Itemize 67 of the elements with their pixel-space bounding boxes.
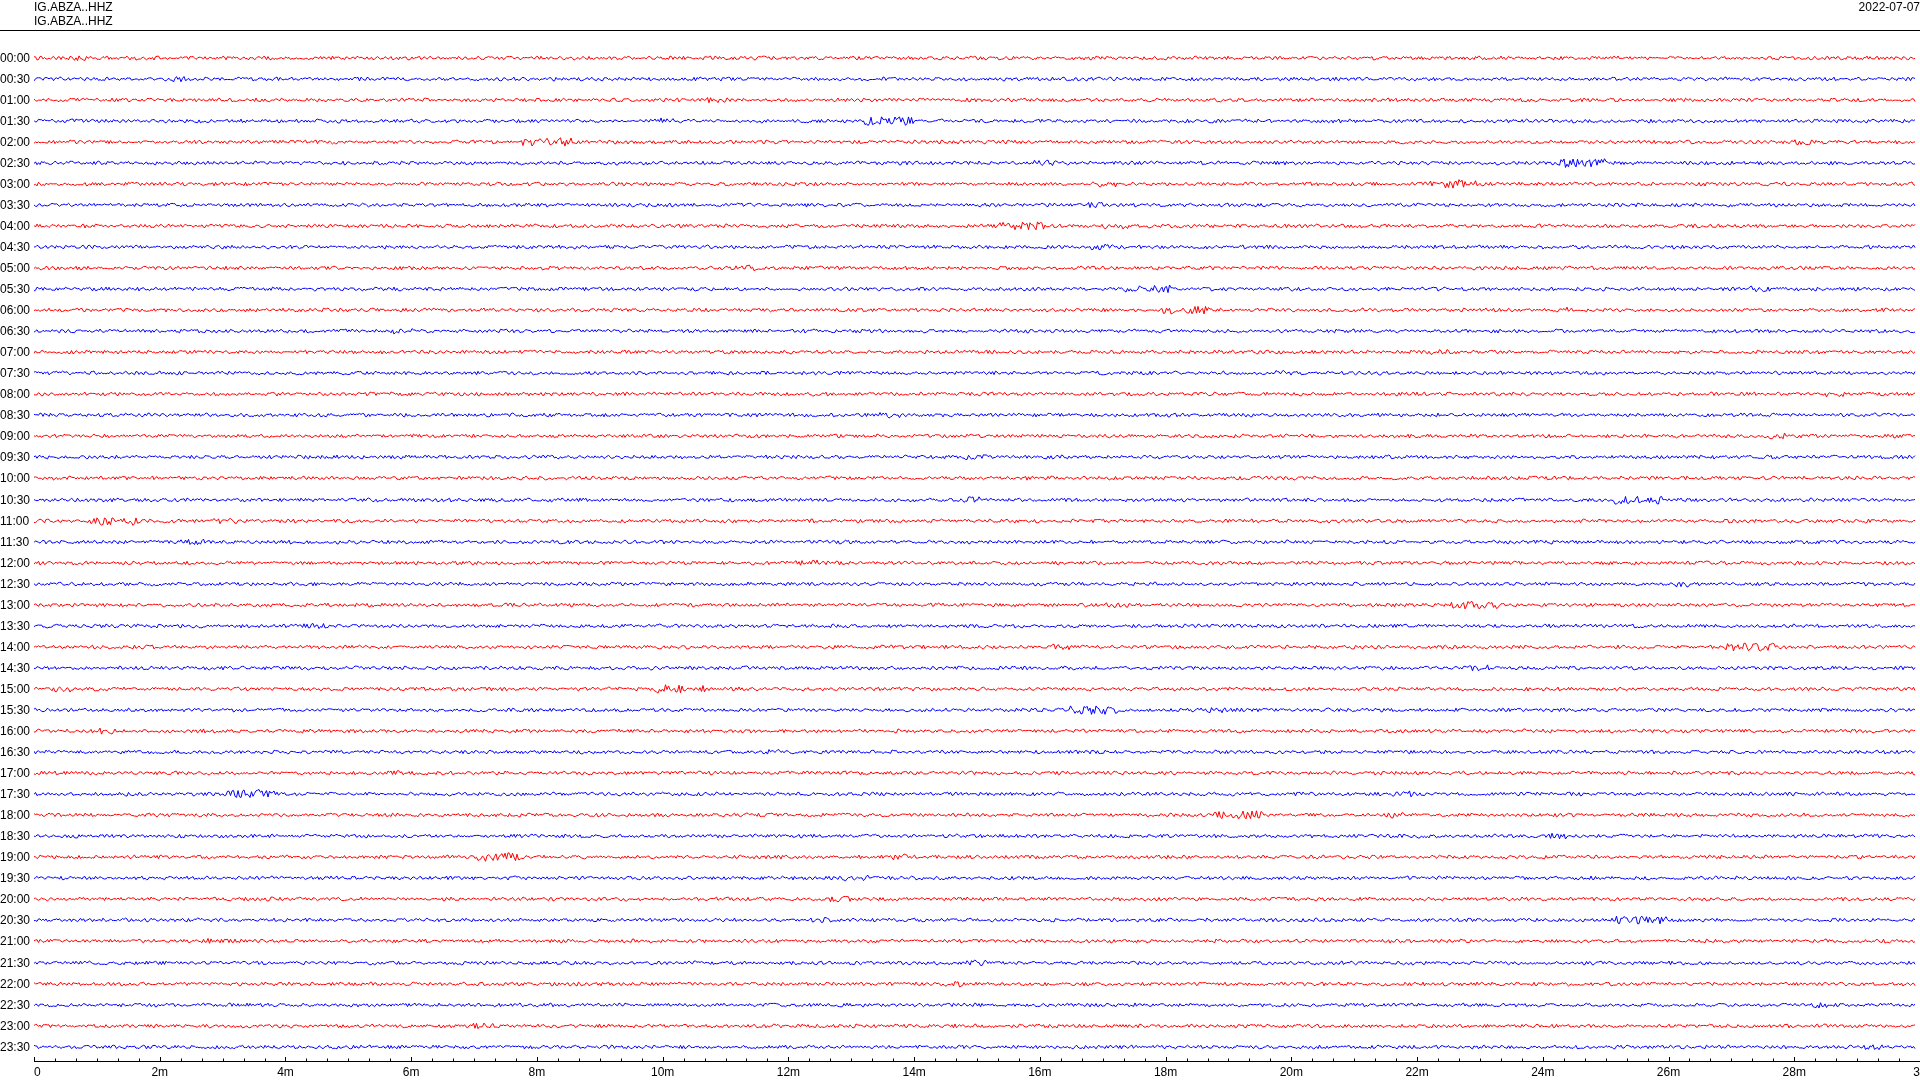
time-label: 07:00 bbox=[0, 345, 31, 360]
tick-label: 4m bbox=[277, 1065, 294, 1079]
tick-label: 16m bbox=[1028, 1065, 1052, 1079]
time-label: 18:00 bbox=[0, 808, 31, 823]
time-label: 10:30 bbox=[0, 492, 31, 507]
time-label: 13:00 bbox=[0, 597, 31, 612]
tick-label: 20m bbox=[1279, 1065, 1303, 1079]
tick-label: 14m bbox=[902, 1065, 926, 1079]
time-label: 01:00 bbox=[0, 92, 31, 107]
time-label: 19:30 bbox=[0, 871, 31, 886]
time-label: 14:00 bbox=[0, 639, 31, 654]
time-label: 16:30 bbox=[0, 745, 31, 760]
time-label: 15:30 bbox=[0, 702, 31, 717]
time-label: 11:30 bbox=[0, 534, 30, 549]
time-label: 21:30 bbox=[0, 955, 31, 970]
time-label: 08:00 bbox=[0, 387, 31, 402]
time-label: 16:00 bbox=[0, 724, 31, 738]
time-label: 17:00 bbox=[0, 766, 31, 781]
time-label: 03:30 bbox=[0, 197, 31, 212]
tick-label: 10m bbox=[651, 1065, 675, 1079]
time-label: 05:30 bbox=[0, 282, 31, 297]
channel-label: IG.ABZA..HHZ bbox=[34, 0, 113, 14]
time-label: 12:00 bbox=[0, 555, 31, 570]
time-label: 04:00 bbox=[0, 218, 31, 233]
tick-label: 6m bbox=[402, 1065, 420, 1079]
time-label: 22:30 bbox=[0, 997, 31, 1012]
tick-label: 22m bbox=[1405, 1065, 1429, 1079]
time-label: 20:00 bbox=[0, 892, 31, 907]
channel-label: IG.ABZA..HHZ bbox=[34, 14, 113, 28]
time-label: 05:00 bbox=[0, 261, 31, 275]
time-label: 04:30 bbox=[0, 239, 31, 254]
time-label: 15:00 bbox=[0, 681, 31, 696]
tick-label: 24m bbox=[1531, 1065, 1555, 1079]
tick-label: 2m bbox=[151, 1065, 169, 1079]
time-label: 18:30 bbox=[0, 829, 31, 844]
time-label: 01:30 bbox=[0, 113, 31, 128]
time-label: 06:00 bbox=[0, 303, 31, 318]
tick-label: 28m bbox=[1782, 1065, 1806, 1079]
tick-label: 3 bbox=[1913, 1065, 1920, 1079]
tick-label: 8m bbox=[528, 1065, 546, 1079]
time-label: 20:30 bbox=[0, 913, 31, 928]
time-label: 14:30 bbox=[0, 660, 31, 675]
tick-label: 12m bbox=[776, 1065, 801, 1079]
time-label: 00:00 bbox=[0, 50, 31, 65]
time-label: 02:30 bbox=[0, 155, 31, 170]
time-label: 00:30 bbox=[0, 71, 31, 86]
time-label: 06:30 bbox=[0, 324, 31, 339]
tick-label: 0 bbox=[34, 1065, 41, 1079]
time-label: 12:30 bbox=[0, 576, 31, 591]
time-label: 23:30 bbox=[0, 1039, 31, 1054]
tick-label: 26m bbox=[1656, 1065, 1681, 1079]
time-label: 19:00 bbox=[0, 850, 31, 865]
time-label: 09:00 bbox=[0, 429, 31, 444]
tick-label: 18m bbox=[1153, 1065, 1178, 1079]
time-label: 17:30 bbox=[0, 787, 31, 802]
time-label: 08:30 bbox=[0, 408, 31, 423]
time-label: 02:00 bbox=[0, 134, 31, 149]
date-label: 2022-07-07 bbox=[1858, 0, 1920, 14]
time-label: 23:00 bbox=[0, 1018, 31, 1033]
time-label: 09:30 bbox=[0, 450, 31, 465]
time-label: 10:00 bbox=[0, 471, 31, 486]
time-label: 21:00 bbox=[0, 934, 31, 949]
time-label: 11:00 bbox=[0, 513, 30, 528]
time-label: 03:00 bbox=[0, 176, 31, 191]
time-label: 22:00 bbox=[0, 976, 31, 991]
time-label: 13:30 bbox=[0, 618, 31, 633]
time-label: 07:30 bbox=[0, 366, 31, 381]
